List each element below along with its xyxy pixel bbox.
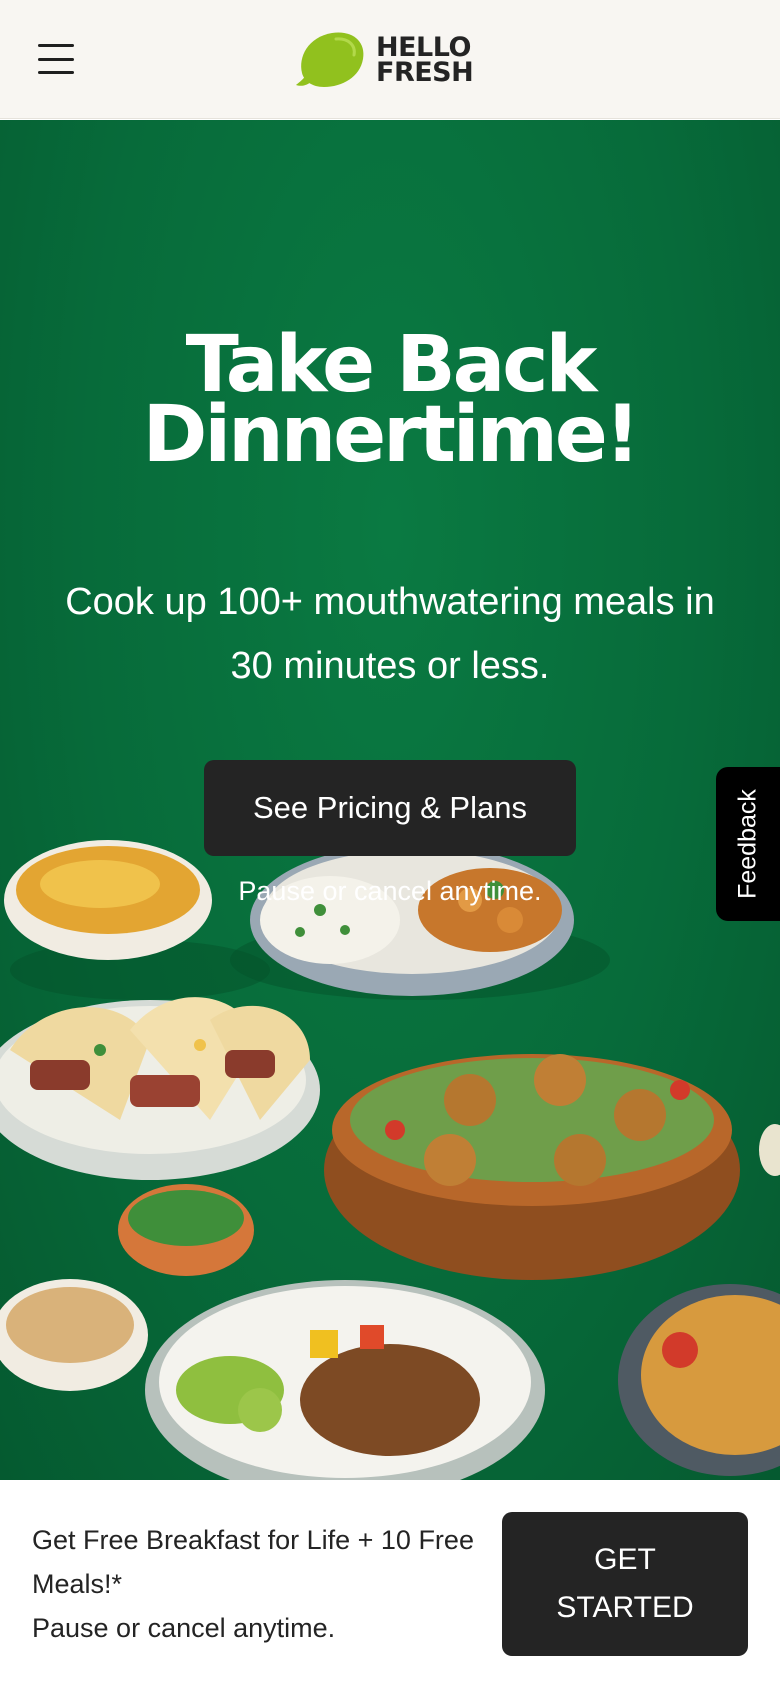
hamburger-menu-icon[interactable] xyxy=(38,44,74,74)
top-header: HELLO FRESH xyxy=(0,0,780,119)
see-pricing-button[interactable]: See Pricing & Plans xyxy=(204,760,576,856)
offer-headline: Get Free Breakfast for Life + 10 Free Me… xyxy=(32,1525,474,1599)
hero-section: Take Back Dinnertime! Cook up 100+ mouth… xyxy=(0,120,780,1480)
pause-cancel-note: Pause or cancel anytime. xyxy=(238,876,542,906)
logo-line-fresh: FRESH xyxy=(376,57,474,88)
hellofresh-logo[interactable]: HELLO FRESH xyxy=(296,28,474,92)
offer-subline: Pause or cancel anytime. xyxy=(32,1613,336,1643)
feedback-label: Feedback xyxy=(733,789,762,899)
hero-subtitle: Cook up 100+ mouthwatering meals in 30 m… xyxy=(65,581,715,687)
hero-title: Take Back Dinnertime! xyxy=(0,326,780,480)
offer-text: Get Free Breakfast for Life + 10 Free Me… xyxy=(32,1518,492,1650)
feedback-tab[interactable]: Feedback xyxy=(716,767,780,921)
logo-wordmark: HELLO FRESH xyxy=(376,34,474,88)
lime-icon xyxy=(296,32,364,87)
hero-title-line2: Dinnertime! xyxy=(142,390,641,480)
sticky-offer-bar: Get Free Breakfast for Life + 10 Free Me… xyxy=(0,1480,780,1688)
get-started-button[interactable]: GET STARTED xyxy=(502,1512,748,1656)
